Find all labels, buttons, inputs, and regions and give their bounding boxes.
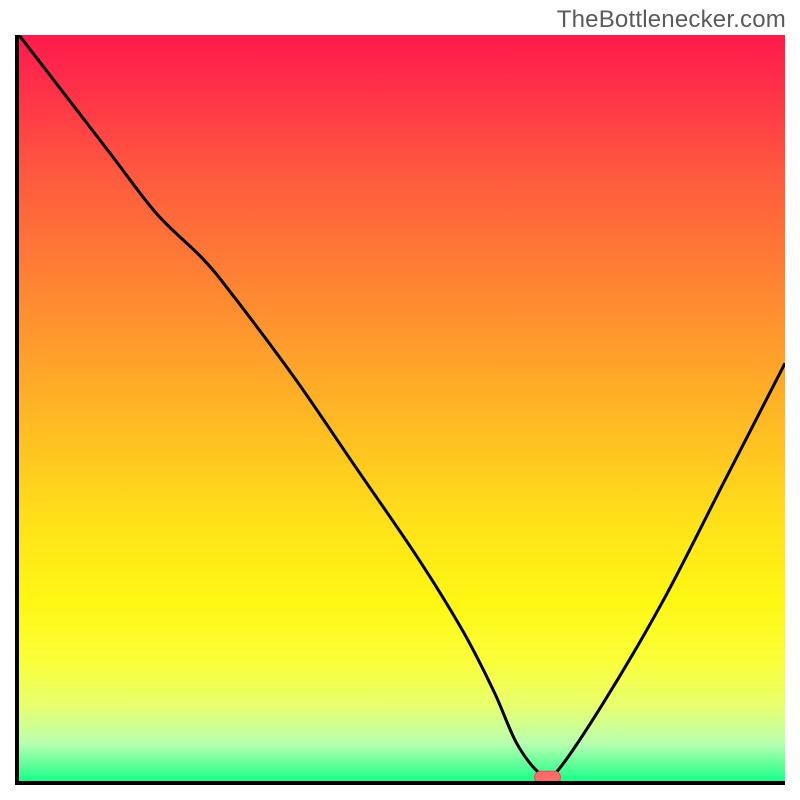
plot-area (15, 35, 785, 785)
optimal-marker (535, 771, 561, 781)
chart-container: TheBottlenecker.com (0, 0, 800, 800)
bottleneck-curve-path (19, 35, 785, 780)
attribution-text: TheBottlenecker.com (557, 6, 786, 34)
curve-svg (19, 35, 785, 781)
